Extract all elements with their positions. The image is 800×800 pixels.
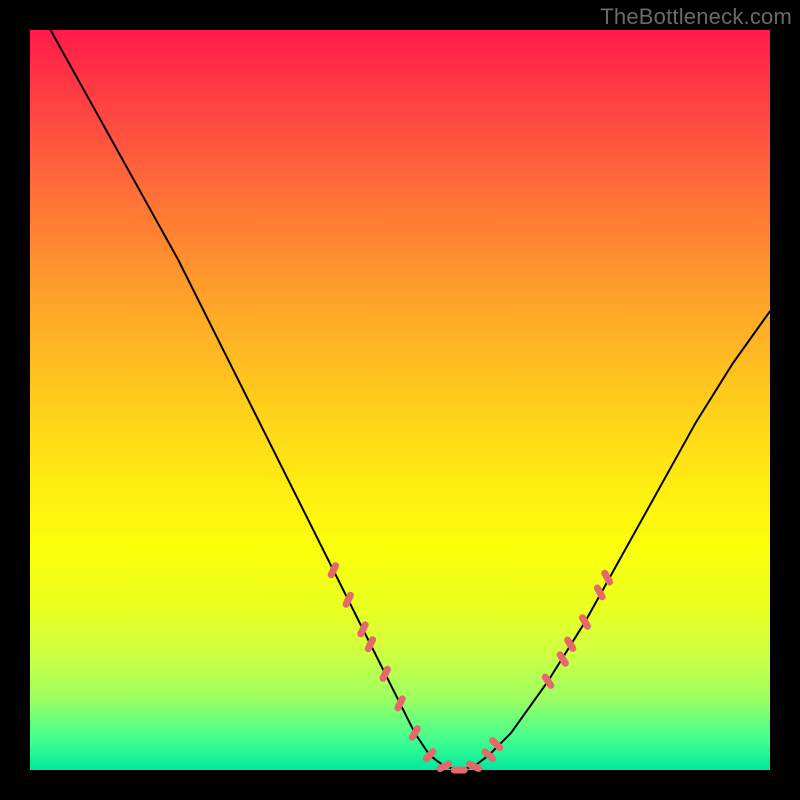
curve-marker (383, 669, 387, 678)
curve-svg (30, 30, 770, 770)
curve-marker (545, 677, 551, 685)
curve-marker (470, 764, 479, 768)
curve-marker (605, 573, 610, 582)
curve-marker (412, 729, 417, 738)
curve-marker (560, 655, 565, 663)
curve-marker (597, 588, 602, 597)
curve-marker (331, 566, 335, 575)
bottleneck-curve (30, 0, 770, 770)
curve-marker (426, 752, 433, 759)
curve-marker (493, 741, 500, 748)
curve-marker (368, 640, 372, 649)
plot-area (30, 30, 770, 770)
curve-marker (398, 699, 402, 708)
watermark-text: TheBottleneck.com (600, 4, 792, 30)
curve-marker (568, 640, 573, 648)
curve-marker (346, 595, 350, 604)
curve-marker (440, 764, 449, 768)
curve-marker (583, 618, 588, 627)
curve-marker (485, 752, 493, 759)
curve-marker (361, 625, 365, 634)
